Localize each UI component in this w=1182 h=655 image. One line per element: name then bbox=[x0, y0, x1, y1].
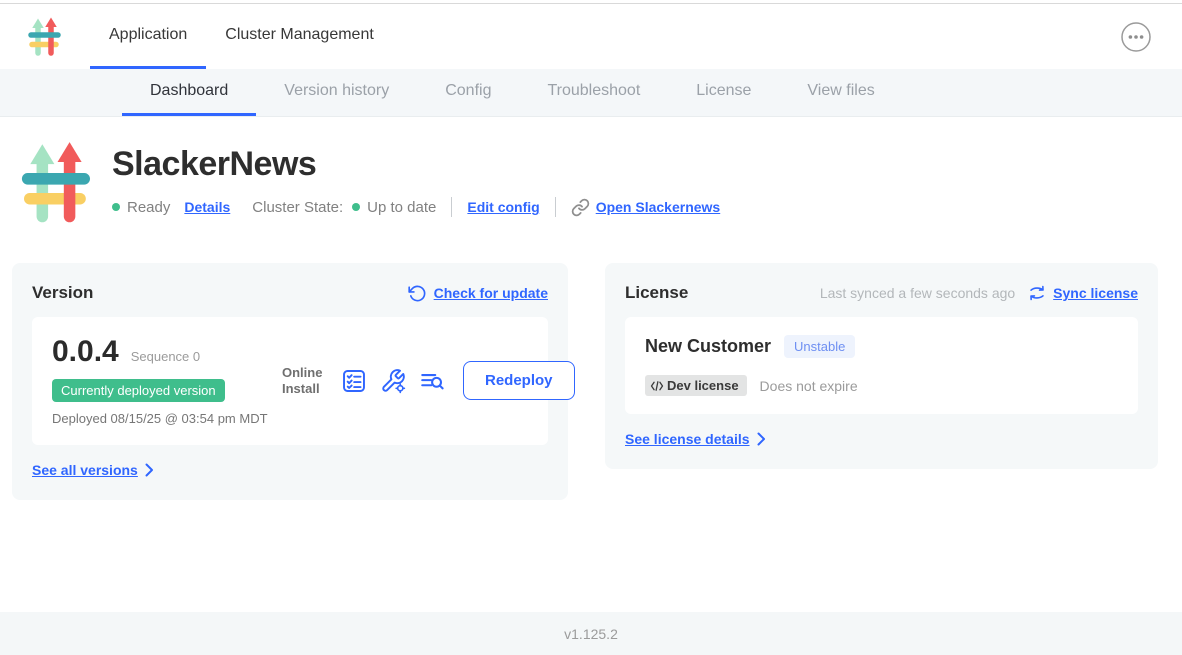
app-status-label: Ready bbox=[127, 199, 170, 216]
page-title: SlackerNews bbox=[112, 145, 720, 184]
open-app-link[interactable]: Open Slackernews bbox=[571, 198, 721, 217]
app-logo-large bbox=[16, 139, 98, 232]
app-header: SlackerNews Ready Details Cluster State:… bbox=[0, 117, 1182, 258]
link-chain-icon bbox=[571, 198, 590, 217]
tab-dashboard[interactable]: Dashboard bbox=[122, 69, 256, 116]
license-type-badge: Dev license bbox=[645, 375, 747, 396]
divider bbox=[555, 197, 556, 217]
license-card: License Last synced a few seconds ago Sy… bbox=[605, 263, 1158, 469]
ellipsis-icon bbox=[1120, 21, 1152, 53]
open-app-link-label: Open Slackernews bbox=[596, 199, 721, 215]
preflight-checklist-icon[interactable] bbox=[341, 368, 367, 394]
app-status-dot-icon bbox=[112, 203, 120, 211]
license-expiration: Does not expire bbox=[760, 378, 858, 394]
cluster-state-label: Cluster State: bbox=[252, 199, 343, 216]
divider bbox=[451, 197, 452, 217]
sync-arrows-icon bbox=[1028, 284, 1046, 302]
see-license-details-label: See license details bbox=[625, 431, 750, 447]
cluster-status-dot-icon bbox=[352, 203, 360, 211]
tab-config[interactable]: Config bbox=[417, 69, 519, 116]
details-link[interactable]: Details bbox=[184, 199, 230, 215]
channel-badge: Unstable bbox=[784, 335, 855, 358]
sync-license-link[interactable]: Sync license bbox=[1028, 284, 1138, 302]
app-status-row: Ready Details Cluster State: Up to date … bbox=[112, 197, 720, 217]
see-all-versions-label: See all versions bbox=[32, 462, 138, 478]
last-synced-label: Last synced a few seconds ago bbox=[820, 285, 1015, 301]
customer-name: New Customer bbox=[645, 336, 771, 357]
console-footer: v1.125.2 bbox=[0, 612, 1182, 655]
tab-license[interactable]: License bbox=[668, 69, 779, 116]
install-type-label: Online Install bbox=[282, 365, 328, 398]
tab-version-history[interactable]: Version history bbox=[256, 69, 417, 116]
app-logo-small bbox=[26, 4, 64, 69]
sync-license-label: Sync license bbox=[1053, 285, 1138, 301]
license-type-label: Dev license bbox=[667, 378, 739, 393]
version-card-title: Version bbox=[32, 283, 93, 303]
code-brackets-icon bbox=[650, 380, 664, 392]
dashboard-content: Version Check for update 0.0.4 Sequence … bbox=[0, 258, 1182, 612]
license-details-panel: New Customer Unstable Dev license Does n… bbox=[625, 317, 1138, 414]
see-all-versions-link[interactable]: See all versions bbox=[32, 462, 154, 478]
edit-config-link[interactable]: Edit config bbox=[467, 199, 539, 215]
tab-cluster-management[interactable]: Cluster Management bbox=[206, 4, 393, 69]
config-wrench-icon[interactable] bbox=[380, 368, 406, 394]
sequence-label: Sequence 0 bbox=[131, 349, 200, 364]
version-number: 0.0.4 bbox=[52, 335, 119, 369]
tab-application[interactable]: Application bbox=[90, 4, 206, 69]
tab-troubleshoot[interactable]: Troubleshoot bbox=[519, 69, 668, 116]
deployed-status-badge: Currently deployed version bbox=[52, 379, 225, 402]
top-navigation: Application Cluster Management bbox=[0, 4, 1182, 69]
version-card: Version Check for update 0.0.4 Sequence … bbox=[12, 263, 568, 500]
chevron-right-icon bbox=[757, 432, 766, 446]
view-logs-icon[interactable] bbox=[419, 368, 445, 394]
redeploy-button[interactable]: Redeploy bbox=[463, 361, 575, 400]
chevron-right-icon bbox=[145, 463, 154, 477]
license-card-title: License bbox=[625, 283, 688, 303]
see-license-details-link[interactable]: See license details bbox=[625, 431, 766, 447]
current-version-panel: 0.0.4 Sequence 0 Currently deployed vers… bbox=[32, 317, 548, 445]
app-logo-icon bbox=[26, 16, 64, 58]
console-version: v1.125.2 bbox=[564, 626, 618, 642]
check-for-update-label: Check for update bbox=[434, 285, 548, 301]
deployed-timestamp: Deployed 08/15/25 @ 03:54 pm MDT bbox=[52, 411, 270, 427]
refresh-icon bbox=[408, 284, 427, 303]
more-menu-button[interactable] bbox=[1120, 21, 1152, 53]
check-for-update-link[interactable]: Check for update bbox=[408, 284, 548, 303]
cluster-state-value: Up to date bbox=[367, 199, 436, 216]
tab-view-files[interactable]: View files bbox=[779, 69, 902, 116]
app-sub-navigation: Dashboard Version history Config Trouble… bbox=[0, 69, 1182, 117]
app-logo-icon bbox=[16, 139, 98, 227]
